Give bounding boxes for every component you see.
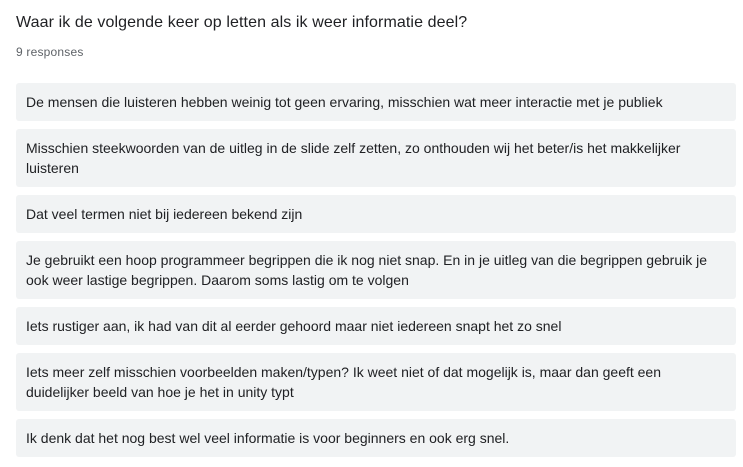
response-item: Dat veel termen niet bij iedereen bekend… — [16, 195, 736, 233]
question-summary-card: Waar ik de volgende keer op letten als i… — [0, 0, 743, 467]
response-item: De mensen die luisteren hebben weinig to… — [16, 83, 736, 121]
response-item: Je gebruikt een hoop programmeer begripp… — [16, 241, 736, 299]
response-item: Iets rustiger aan, ik had van dit al eer… — [16, 307, 736, 345]
response-item: Iets meer zelf misschien voorbeelden mak… — [16, 353, 736, 411]
response-item: Ik denk dat het nog best wel veel inform… — [16, 419, 736, 457]
response-list[interactable]: De mensen die luisteren hebben weinig to… — [16, 83, 736, 457]
question-title: Waar ik de volgende keer op letten als i… — [16, 14, 468, 31]
response-item: Misschien steekwoorden van de uitleg in … — [16, 129, 736, 187]
response-count: 9 responses — [16, 45, 84, 59]
